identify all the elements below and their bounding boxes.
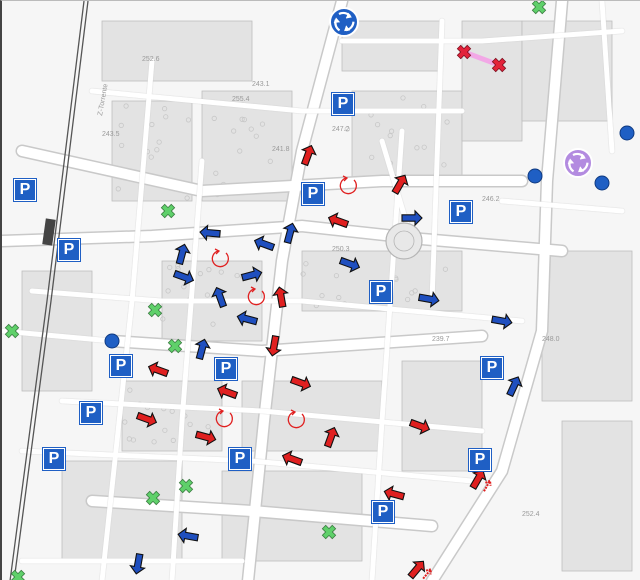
map-label: 248.0 xyxy=(542,336,560,343)
map-label: 243.5 xyxy=(102,131,120,138)
blue-dot-icon[interactable] xyxy=(619,125,635,141)
green-cross-icon[interactable] xyxy=(529,1,549,17)
parking-icon[interactable]: P xyxy=(43,448,65,470)
parking-icon[interactable]: P xyxy=(14,179,36,201)
green-cross-icon[interactable] xyxy=(143,488,163,508)
one-way-blue-arrow-icon[interactable] xyxy=(199,224,221,242)
map-label: Z-Torrente xyxy=(97,83,110,116)
one-way-blue-arrow-icon[interactable] xyxy=(172,242,191,266)
green-cross-icon[interactable] xyxy=(145,300,165,320)
one-way-blue-arrow-icon[interactable] xyxy=(172,267,196,287)
red-cross-icon[interactable] xyxy=(454,42,474,62)
red-cross-icon[interactable] xyxy=(489,55,509,75)
map[interactable]: 252.6 243.1 255.4 247.2 241.8 243.5 250.3 239.7… xyxy=(0,0,640,580)
parking-icon[interactable]: P xyxy=(58,239,80,261)
one-way-red-arrow-icon[interactable] xyxy=(146,360,170,380)
roundabout-icon[interactable] xyxy=(563,148,593,178)
one-way-blue-arrow-icon[interactable] xyxy=(235,309,259,328)
green-cross-icon[interactable] xyxy=(165,336,185,356)
blue-dot-icon[interactable] xyxy=(104,333,120,349)
one-way-blue-arrow-icon[interactable] xyxy=(210,285,230,309)
one-way-red-arrow-icon[interactable] xyxy=(298,143,318,167)
one-way-red-arrow-icon[interactable] xyxy=(326,211,350,231)
parking-icon[interactable]: P xyxy=(110,355,132,377)
one-way-blue-arrow-icon[interactable] xyxy=(490,312,513,330)
map-overlay: 252.6 243.1 255.4 247.2 241.8 243.5 250.3 239.7… xyxy=(2,1,635,580)
parking-icon[interactable]: P xyxy=(450,201,472,223)
rotation-icon xyxy=(211,248,229,268)
one-way-red-arrow-icon[interactable] xyxy=(389,172,411,197)
roundabout-icon[interactable] xyxy=(329,7,359,37)
map-label: 252.6 xyxy=(142,56,160,63)
parking-icon[interactable]: P xyxy=(80,402,102,424)
green-cross-icon[interactable] xyxy=(158,201,178,221)
map-label: 247.2 xyxy=(332,126,350,133)
one-way-blue-arrow-icon[interactable] xyxy=(240,265,263,284)
one-way-blue-arrow-icon[interactable] xyxy=(503,374,525,398)
one-way-blue-arrow-icon[interactable] xyxy=(417,290,440,308)
parking-icon[interactable]: P xyxy=(481,357,503,379)
parking-icon[interactable]: P xyxy=(229,448,251,470)
map-label: 252.4 xyxy=(522,511,540,518)
rotation-icon xyxy=(287,409,305,429)
green-cross-icon[interactable] xyxy=(176,476,196,496)
one-way-blue-arrow-icon[interactable] xyxy=(252,234,276,254)
one-way-red-arrow-icon[interactable] xyxy=(194,427,217,446)
one-way-red-arrow-icon[interactable] xyxy=(280,449,304,469)
one-way-blue-arrow-icon[interactable] xyxy=(338,254,362,274)
parking-icon[interactable]: P xyxy=(469,449,491,471)
blue-dot-icon[interactable] xyxy=(527,168,543,184)
one-way-blue-arrow-icon[interactable] xyxy=(129,552,147,575)
rotation-icon xyxy=(215,408,233,428)
one-way-red-arrow-icon[interactable] xyxy=(215,382,239,402)
one-way-red-arrow-icon[interactable] xyxy=(321,425,341,449)
rotation-icon xyxy=(339,175,357,195)
green-cross-icon[interactable] xyxy=(8,567,28,580)
one-way-blue-arrow-icon[interactable] xyxy=(177,527,200,545)
parking-icon[interactable]: P xyxy=(370,281,392,303)
rotation-icon xyxy=(247,286,265,306)
one-way-red-arrow-icon[interactable] xyxy=(481,479,492,492)
one-way-red-arrow-icon[interactable] xyxy=(265,334,283,357)
parking-icon[interactable]: P xyxy=(302,183,324,205)
one-way-red-arrow-icon[interactable] xyxy=(408,416,432,436)
map-label: 250.3 xyxy=(332,246,350,253)
blue-dot-icon[interactable] xyxy=(594,175,610,191)
one-way-red-arrow-icon[interactable] xyxy=(272,286,290,309)
one-way-red-arrow-icon[interactable] xyxy=(289,373,313,393)
one-way-blue-arrow-icon[interactable] xyxy=(192,337,211,361)
parking-icon[interactable]: P xyxy=(372,501,394,523)
map-label: 246.2 xyxy=(482,196,500,203)
map-label: 255.4 xyxy=(232,96,250,103)
map-label: 243.1 xyxy=(252,81,270,88)
parking-icon[interactable]: P xyxy=(215,358,237,380)
one-way-blue-arrow-icon[interactable] xyxy=(401,209,423,227)
green-cross-icon[interactable] xyxy=(319,522,339,542)
green-cross-icon[interactable] xyxy=(2,321,22,341)
map-label: 241.8 xyxy=(272,146,290,153)
one-way-blue-arrow-icon[interactable] xyxy=(280,221,299,245)
one-way-red-arrow-icon[interactable] xyxy=(135,409,159,429)
map-label: 239.7 xyxy=(432,336,450,343)
parking-icon[interactable]: P xyxy=(332,93,354,115)
